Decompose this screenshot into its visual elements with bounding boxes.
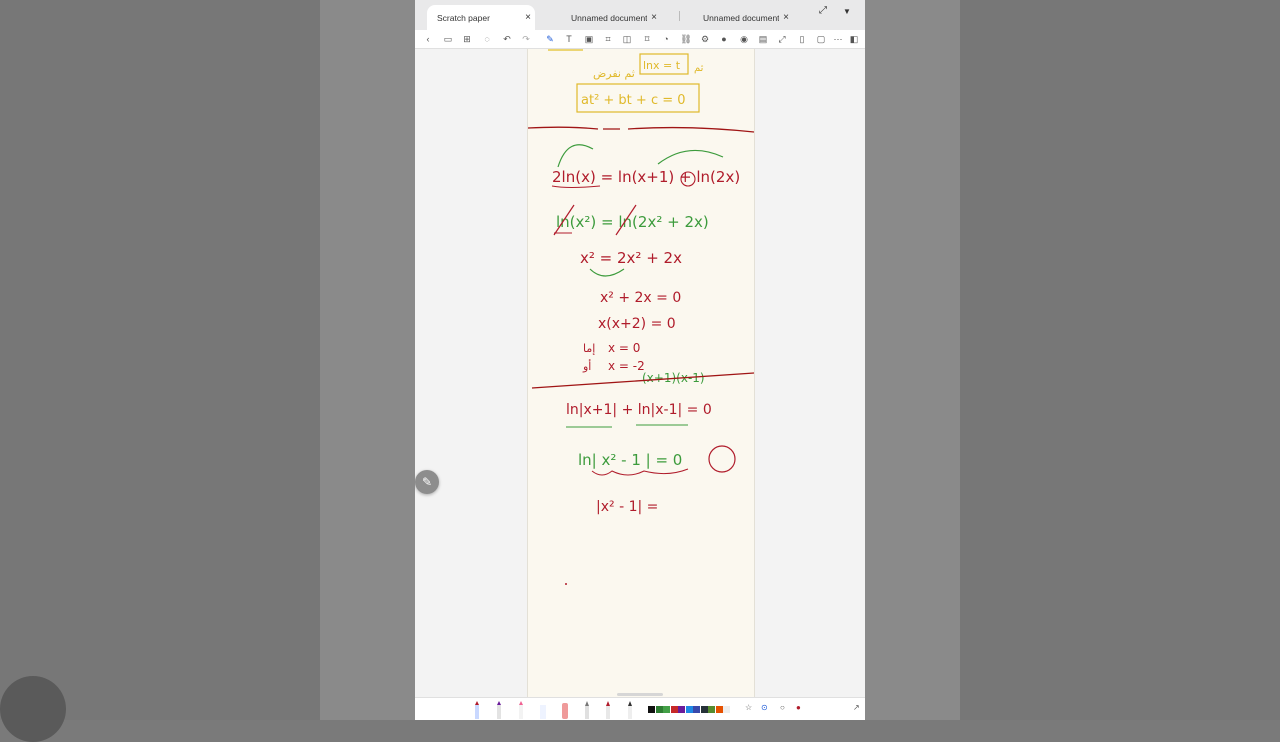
solution: x = -2 xyxy=(608,359,645,373)
back-icon[interactable]: ‹ xyxy=(421,32,435,46)
thick-stroke-icon[interactable]: ● xyxy=(796,703,801,712)
marker-icon[interactable] xyxy=(561,701,569,719)
tab-unnamed-document-1[interactable]: Unnamed document × xyxy=(561,5,661,30)
arabic-note: ثم نفرض xyxy=(593,67,635,80)
solution: x = 0 xyxy=(608,341,640,355)
color-swatch[interactable] xyxy=(663,706,670,713)
camera-icon[interactable]: ◉ xyxy=(737,32,751,46)
tab-unnamed-document-2[interactable]: Unnamed document × xyxy=(693,5,793,30)
substitution: lnx = t xyxy=(643,59,681,72)
chevron-down-icon[interactable]: ▼ xyxy=(843,7,851,16)
crop-icon[interactable]: ⌗ xyxy=(601,32,615,46)
color-swatch[interactable] xyxy=(655,706,663,713)
ink-dot xyxy=(565,583,567,585)
color-swatch[interactable] xyxy=(715,706,723,713)
close-icon[interactable]: × xyxy=(647,12,661,23)
panel-icon[interactable]: ◧ xyxy=(847,32,861,46)
medium-stroke-icon[interactable]: ○ xyxy=(780,703,785,712)
star-icon[interactable]: ☆ xyxy=(745,703,752,712)
color-swatch[interactable] xyxy=(693,706,700,713)
split-view-icon[interactable]: ◫ xyxy=(620,32,634,46)
color-swatch[interactable] xyxy=(678,706,685,713)
quadratic-form: at² + bt + c = 0 xyxy=(581,93,686,108)
redo-icon[interactable]: ↷ xyxy=(519,32,533,46)
editor-toolbar: ‹ ▭ ⊞ ◌ ↶ ↷ ✎ T ▣ ⌗ ◫ ⌑ ◔ ⛓ ⚙ ● ◉ ▤ ⤢ ▯ … xyxy=(415,30,865,49)
background-right-panel xyxy=(865,0,1280,720)
page-icon[interactable]: ▯ xyxy=(795,32,809,46)
underline xyxy=(551,185,601,188)
equation-line: ln(x²) = ln(2x² + 2x) xyxy=(556,213,709,231)
tab-label: Unnamed document xyxy=(703,12,779,23)
tab-bar: Scratch paper × Unnamed document × Unnam… xyxy=(415,0,865,30)
gallery-icon[interactable]: ▤ xyxy=(756,32,770,46)
arabic-marker: أو xyxy=(582,359,591,373)
tab-label: Scratch paper xyxy=(437,12,490,23)
eraser-icon[interactable] xyxy=(539,701,547,719)
sidebar-icon[interactable]: ▭ xyxy=(441,32,455,46)
settings-icon[interactable]: ⚙ xyxy=(698,32,712,46)
pencil-tool-icon[interactable] xyxy=(495,701,503,719)
equation-line: x² = 2x² + 2x xyxy=(580,249,682,267)
color-swatch[interactable] xyxy=(700,706,708,713)
color-swatch[interactable] xyxy=(670,706,678,713)
color-swatch[interactable] xyxy=(723,706,730,713)
background-pen-button xyxy=(0,676,66,742)
image-icon[interactable]: ▣ xyxy=(582,32,596,46)
edit-fab-button[interactable]: ✎ xyxy=(415,470,439,494)
equation-line: |x² - 1| = xyxy=(596,499,658,515)
color-swatch[interactable] xyxy=(708,706,715,713)
collapse-icon[interactable]: ↗ xyxy=(853,703,860,712)
pen-toolbar: ☆ ⊙ ○ ● ↗ xyxy=(415,693,865,720)
canvas-area[interactable]: ثم نفرض lnx = t ثم at² + bt + c = 0 2ln(… xyxy=(415,49,865,697)
equation-line: x² + 2x = 0 xyxy=(600,290,681,306)
background-left-panel xyxy=(0,0,415,720)
link-icon[interactable]: ⛓ xyxy=(679,32,693,46)
tape-icon[interactable] xyxy=(626,701,634,719)
text-tool-icon[interactable]: T xyxy=(562,32,576,46)
divider-line xyxy=(528,126,754,133)
close-icon[interactable]: × xyxy=(521,12,535,23)
scroll-handle[interactable] xyxy=(617,693,663,696)
arabic-marker: إما xyxy=(583,342,595,355)
equation-line: x(x+2) = 0 xyxy=(598,316,676,332)
pencil-icon: ✎ xyxy=(421,475,433,489)
stop-icon[interactable]: ▢ xyxy=(814,32,828,46)
brush-icon[interactable] xyxy=(583,701,591,719)
tab-scratch-paper[interactable]: Scratch paper × xyxy=(427,5,535,30)
app-window: Scratch paper × Unnamed document × Unnam… xyxy=(415,0,865,720)
lasso-icon[interactable]: ◌ xyxy=(480,32,494,46)
shapes-icon[interactable]: ⌑ xyxy=(640,32,654,46)
expand-icon[interactable]: ⤢ xyxy=(819,5,827,16)
handwritten-math: ثم نفرض lnx = t ثم at² + bt + c = 0 2ln(… xyxy=(528,49,754,585)
ballpoint-pen-icon[interactable] xyxy=(604,701,612,719)
equation-line: ln| x² - 1 | = 0 xyxy=(578,451,682,469)
fountain-pen-icon[interactable] xyxy=(473,701,481,719)
wavy-underline xyxy=(591,468,689,476)
comment-icon[interactable]: ◔ xyxy=(659,32,673,46)
pen-tool-icon[interactable]: ✎ xyxy=(543,32,557,46)
green-arrow xyxy=(657,149,724,165)
color-swatch[interactable] xyxy=(685,706,693,713)
green-arrow xyxy=(589,268,625,277)
grid-icon[interactable]: ⊞ xyxy=(460,32,474,46)
equation-line: 2ln(x) = ln(x+1) + ln(2x) xyxy=(552,168,740,186)
equation-line: ln|x+1| + ln|x-1| = 0 xyxy=(566,402,712,418)
more-icon[interactable]: ⋯ xyxy=(831,32,845,46)
close-icon[interactable]: × xyxy=(779,12,793,23)
circle-mark xyxy=(708,445,736,473)
arabic-note-tail: ثم xyxy=(694,63,704,74)
scratch-paper-page[interactable]: ثم نفرض lnx = t ثم at² + bt + c = 0 2ln(… xyxy=(527,49,755,697)
green-arrow xyxy=(557,144,594,168)
thin-stroke-icon[interactable]: ⊙ xyxy=(761,703,768,712)
tab-label: Unnamed document xyxy=(571,12,647,23)
tab-separator xyxy=(679,11,680,21)
microphone-icon[interactable]: ● xyxy=(717,32,731,46)
background-strip xyxy=(865,0,960,720)
zoom-icon[interactable]: ⤢ xyxy=(775,32,789,46)
undo-icon[interactable]: ↶ xyxy=(500,32,514,46)
highlighter-icon[interactable] xyxy=(517,701,525,719)
background-strip xyxy=(320,0,415,720)
color-swatch[interactable] xyxy=(648,706,655,713)
